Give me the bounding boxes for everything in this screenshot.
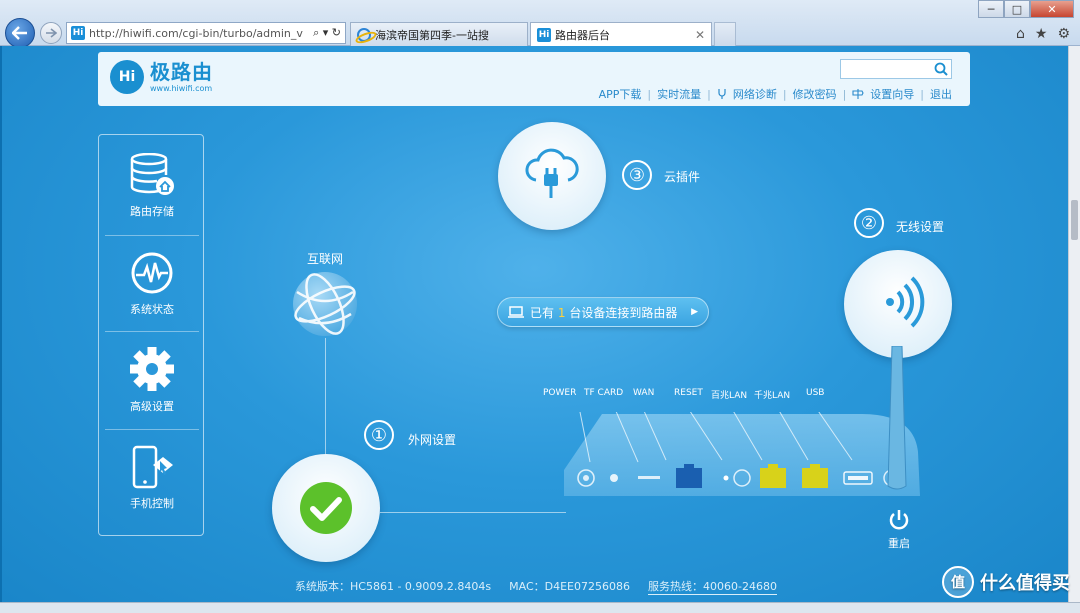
globe-icon[interactable] [291, 270, 359, 338]
left-menu: 路由存储 系统状态 高级设置 手机控制 [98, 134, 204, 536]
port-label-tf-card: TF CARD [584, 388, 624, 398]
tab-router-admin[interactable]: Hi 路由器后台 ✕ [530, 22, 712, 46]
check-ok-icon [300, 482, 352, 534]
site-favicon-icon: Hi [537, 27, 551, 42]
search-icon[interactable] [934, 62, 948, 76]
router-antenna [887, 346, 907, 490]
port-label-100m-lan: 百兆LAN [711, 391, 748, 401]
new-tab-button[interactable] [714, 22, 736, 46]
mac-address: MAC：D4EE07256086 [509, 580, 631, 593]
link-setup-wizard[interactable]: 设置向导 [870, 86, 914, 102]
power-icon [889, 510, 909, 530]
ie-favicon-icon [357, 27, 371, 42]
watermark-text: 什么值得买 [980, 573, 1070, 594]
link-realtime-traffic[interactable]: 实时流量 [657, 86, 701, 102]
menu-item-system-status[interactable]: 系统状态 [105, 237, 199, 331]
search-box[interactable] [840, 59, 952, 81]
window-controls: ─ □ ✕ [978, 0, 1074, 18]
status-bar [0, 602, 1080, 613]
link-change-password[interactable]: 修改密码 [793, 86, 837, 102]
cloud-plug-icon [525, 148, 579, 198]
devices-count: 1 [557, 305, 566, 320]
minimize-button[interactable]: ─ [978, 0, 1004, 18]
maximize-button[interactable]: □ [1004, 0, 1030, 18]
step-number-3: ③ [622, 160, 652, 190]
menu-label: 高级设置 [130, 400, 174, 413]
port-label-usb: USB [806, 388, 825, 398]
search-input[interactable] [844, 63, 932, 81]
signpost-icon [852, 89, 864, 99]
site-favicon-icon: Hi [71, 26, 85, 40]
close-window-button[interactable]: ✕ [1030, 0, 1074, 18]
arrow-right-icon: ▶ [691, 307, 698, 317]
browser-toolbar-icons: ⌂ ★ ⚙ [1016, 26, 1070, 42]
port-label-power: POWER [543, 388, 577, 398]
router-admin-page: Hi 极路由 www.hiwifi.com APP下载 | 实时流量 | 网络诊… [0, 46, 1068, 602]
top-links: APP下载 | 实时流量 | 网络诊断 | 修改密码 | 设置向导 | 退出 [598, 86, 952, 102]
logo-url: www.hiwifi.com [150, 83, 213, 93]
firmware-version: 系统版本：HC5861 - 0.9009.2.8404s [295, 580, 492, 593]
service-hotline: 服务热线：40060-24680 [648, 580, 777, 595]
link-network-diagnosis[interactable]: 网络诊断 [733, 86, 777, 102]
tab-label: 海滨帝国第四季-一站搜 [375, 28, 489, 42]
wan-settings-button[interactable] [272, 454, 380, 562]
devices-suffix: 台设备连接到路由器 [569, 305, 678, 320]
logo-mark-icon: Hi [110, 60, 144, 94]
tab-search[interactable]: 海滨帝国第四季-一站搜 [350, 22, 528, 46]
wifi-signal-icon [886, 276, 925, 328]
wan-settings-label: 外网设置 [408, 433, 457, 447]
restart-button[interactable]: 重启 [884, 508, 914, 551]
gear-icon [130, 347, 174, 391]
cloud-plugin-label: 云插件 [664, 170, 701, 184]
port-label-reset: RESET [674, 388, 703, 398]
stethoscope-icon [718, 89, 726, 99]
tab-label: 路由器后台 [555, 28, 610, 42]
step-number-2: ② [854, 208, 884, 238]
address-bar[interactable]: Hi http://hiwifi.com/cgi-bin/turbo/admin… [66, 22, 346, 44]
tab-close-icon[interactable]: ✕ [695, 28, 705, 42]
phone-control-icon [132, 445, 173, 489]
menu-label: 路由存储 [130, 205, 174, 218]
logo-title: 极路由 [150, 59, 213, 84]
hiwifi-logo[interactable]: Hi 极路由 www.hiwifi.com [110, 60, 213, 94]
menu-label: 手机控制 [130, 497, 174, 510]
menu-item-storage[interactable]: 路由存储 [105, 139, 199, 233]
link-logout[interactable]: 退出 [930, 86, 952, 102]
wireless-settings-button[interactable] [844, 250, 952, 358]
forward-button[interactable] [40, 22, 62, 44]
address-url[interactable]: http://hiwifi.com/cgi-bin/turbo/admin_v [89, 27, 309, 40]
laptop-icon [508, 306, 524, 318]
link-app-download[interactable]: APP下载 [599, 86, 642, 102]
internet-label: 互联网 [307, 252, 344, 266]
wireless-settings-label: 无线设置 [896, 220, 945, 234]
port-label-wan: WAN [633, 388, 655, 398]
menu-item-advanced-settings[interactable]: 高级设置 [105, 333, 199, 427]
favorites-star-icon[interactable]: ★ [1035, 26, 1048, 42]
vertical-scrollbar[interactable] [1068, 46, 1080, 602]
step-number-1: ① [364, 420, 394, 450]
footer: 系统版本：HC5861 - 0.9009.2.8404s MAC：D4EE072… [2, 578, 1068, 595]
site-watermark: 值 什么值得买 [942, 566, 1070, 598]
top-header: Hi 极路由 www.hiwifi.com APP下载 | 实时流量 | 网络诊… [98, 52, 970, 106]
devices-prefix: 已有 [530, 305, 555, 320]
port-label-1000m-lan: 千兆LAN [754, 391, 791, 401]
back-button[interactable] [5, 18, 35, 48]
cloud-plugin-button[interactable] [498, 122, 606, 230]
menu-label: 系统状态 [130, 303, 174, 316]
browser-chrome: Hi http://hiwifi.com/cgi-bin/turbo/admin… [0, 0, 1080, 48]
forward-arrow-icon [46, 28, 57, 38]
storage-icon [130, 153, 174, 195]
router-illustration [564, 412, 920, 496]
watermark-logo-icon: 值 [942, 566, 974, 598]
status-icon [131, 252, 173, 294]
menu-item-phone-control[interactable]: 手机控制 [105, 431, 199, 525]
back-arrow-icon [12, 26, 27, 40]
address-tools[interactable]: ⌕ ▾ ↻ [313, 26, 345, 40]
scrollbar-thumb[interactable] [1071, 200, 1078, 240]
home-icon[interactable]: ⌂ [1016, 26, 1025, 42]
settings-gear-icon[interactable]: ⚙ [1057, 26, 1070, 42]
connected-devices-button[interactable]: 已有 1 台设备连接到路由器 ▶ [497, 297, 709, 327]
restart-label: 重启 [888, 537, 910, 550]
